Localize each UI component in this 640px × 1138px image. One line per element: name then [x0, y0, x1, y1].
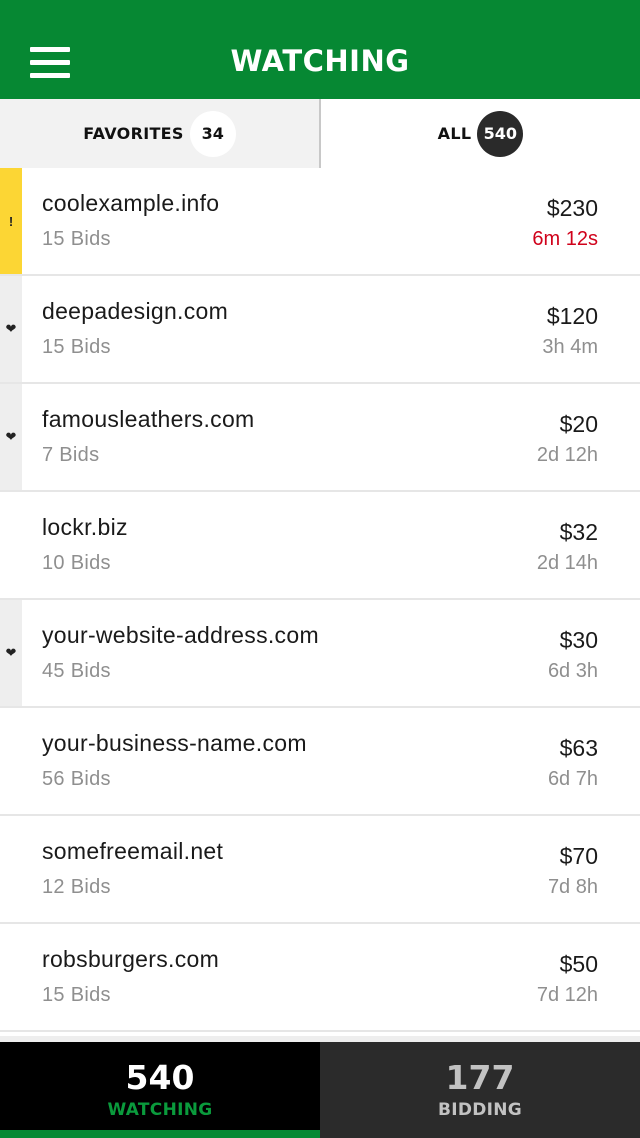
- current-price: $120: [546, 303, 598, 329]
- domain-name: lockr.biz: [42, 514, 128, 540]
- heart-icon: ❤: [5, 321, 17, 336]
- empty-marker: [0, 492, 22, 598]
- tab-favorites-label: FAVORITES: [83, 124, 184, 143]
- domain-name: famousleathers.com: [42, 406, 255, 432]
- time-remaining: 6d 7h: [547, 768, 598, 790]
- watching-count: 540: [125, 1058, 195, 1097]
- segment-tabs: FAVORITES 34 ALL 540: [0, 99, 640, 168]
- current-price: $32: [559, 519, 598, 545]
- list-item[interactable]: robsburgers.com 15 Bids $50 7d 12h: [0, 924, 640, 1032]
- domain-name: your-website-address.com: [42, 622, 319, 648]
- bidding-label: BIDDING: [437, 1100, 523, 1120]
- domain-name: your-business-name.com: [42, 730, 307, 756]
- tab-all[interactable]: ALL 540: [321, 99, 640, 168]
- watch-list: ! coolexample.info 15 Bids $230 6m 12s ❤ deepa…: [0, 168, 640, 1032]
- bid-count: 7 Bids: [42, 444, 100, 466]
- bottom-tab-bar: 540 WATCHING 177 BIDDING: [0, 1036, 640, 1138]
- time-remaining: 7d 12h: [536, 984, 598, 1006]
- tab-all-label: ALL: [437, 124, 472, 143]
- favorite-marker: ❤: [0, 276, 22, 382]
- current-price: $30: [559, 627, 598, 653]
- all-count-badge: 540: [477, 110, 524, 157]
- list-item[interactable]: somefreemail.net 12 Bids $70 7d 8h: [0, 816, 640, 924]
- list-item[interactable]: ❤ deepadesign.com 15 Bids $120 3h 4m: [0, 276, 640, 384]
- list-item[interactable]: ! coolexample.info 15 Bids $230 6m 12s: [0, 168, 640, 276]
- domain-name: somefreemail.net: [42, 838, 224, 864]
- favorites-count-badge: 34: [189, 110, 236, 157]
- bid-count: 15 Bids: [42, 984, 111, 1006]
- time-remaining: 2d 12h: [536, 444, 598, 466]
- heart-icon: ❤: [5, 645, 17, 660]
- watching-label: WATCHING: [107, 1100, 213, 1120]
- list-item[interactable]: your-business-name.com 56 Bids $63 6d 7h: [0, 708, 640, 816]
- current-price: $70: [559, 843, 598, 869]
- domain-name: coolexample.info: [42, 190, 220, 216]
- bid-count: 15 Bids: [42, 228, 111, 250]
- page-title: WATCHING: [230, 44, 410, 78]
- list-item[interactable]: lockr.biz 10 Bids $32 2d 14h: [0, 492, 640, 600]
- domain-name: deepadesign.com: [42, 298, 229, 324]
- footer-tab-watching[interactable]: 540 WATCHING: [0, 1042, 320, 1138]
- empty-marker: [0, 924, 22, 1030]
- empty-marker: [0, 816, 22, 922]
- bid-count: 15 Bids: [42, 336, 111, 358]
- time-remaining: 2d 14h: [536, 552, 598, 574]
- heart-icon: ❤: [5, 429, 17, 444]
- bid-count: 45 Bids: [42, 660, 111, 682]
- current-price: $50: [559, 951, 598, 977]
- domain-name: robsburgers.com: [42, 946, 220, 972]
- bid-count: 10 Bids: [42, 552, 111, 574]
- time-remaining: 3h 4m: [542, 336, 598, 358]
- active-tab-indicator: [0, 1130, 320, 1138]
- list-item[interactable]: ❤ your-website-address.com 45 Bids $30 6d 3h: [0, 600, 640, 708]
- time-remaining: 6d 3h: [547, 660, 598, 682]
- bid-count: 56 Bids: [42, 768, 111, 790]
- list-item[interactable]: ❤ famousleathers.com 7 Bids $20 2d 12h: [0, 384, 640, 492]
- favorite-marker: ❤: [0, 384, 22, 490]
- exclamation-icon: !: [8, 213, 14, 229]
- current-price: $230: [546, 195, 598, 221]
- alert-marker: !: [0, 168, 22, 274]
- time-remaining: 6m 12s: [532, 228, 598, 250]
- app-header: WATCHING: [0, 0, 640, 99]
- favorite-marker: ❤: [0, 600, 22, 706]
- bid-count: 12 Bids: [42, 876, 111, 898]
- footer-tab-bidding[interactable]: 177 BIDDING: [320, 1042, 640, 1138]
- tab-favorites[interactable]: FAVORITES 34: [0, 99, 321, 168]
- current-price: $63: [559, 735, 598, 761]
- bidding-count: 177: [445, 1058, 515, 1097]
- current-price: $20: [559, 411, 598, 437]
- time-remaining: 7d 8h: [547, 876, 598, 898]
- empty-marker: [0, 708, 22, 814]
